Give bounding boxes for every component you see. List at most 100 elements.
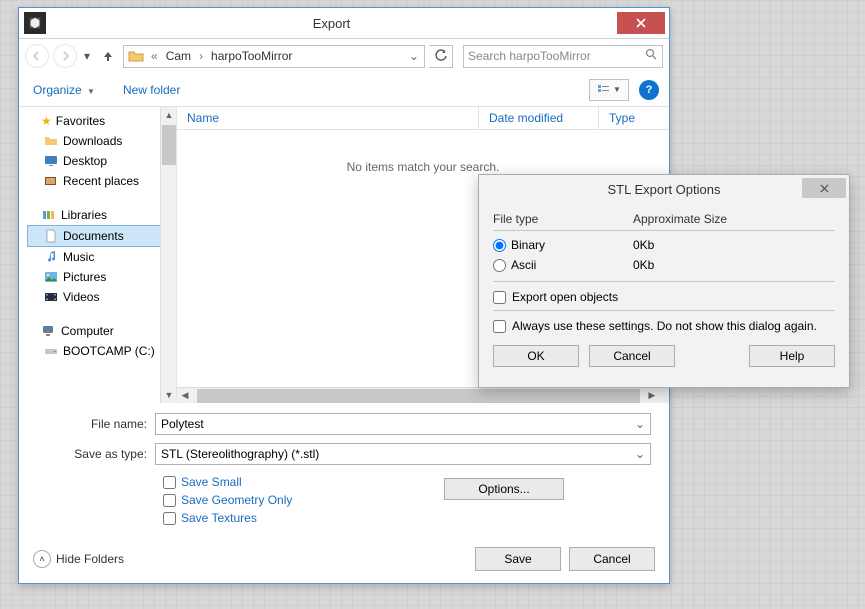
recent-icon — [43, 174, 59, 188]
path-prefix: « — [148, 49, 161, 63]
h-scrollbar[interactable]: ◀ ▶ — [177, 387, 669, 403]
folder-icon — [43, 134, 59, 148]
desktop-icon — [43, 154, 59, 168]
stl-ok-button[interactable]: OK — [493, 345, 579, 367]
chevron-down-icon[interactable]: ⌄ — [635, 417, 645, 431]
path-seg-cam[interactable]: Cam — [161, 49, 196, 63]
titlebar: Export — [19, 8, 669, 39]
save-button[interactable]: Save — [475, 547, 561, 571]
path-dropdown-icon[interactable]: ⌄ — [404, 49, 424, 63]
cancel-button[interactable]: Cancel — [569, 547, 655, 571]
chevron-down-icon: ▼ — [87, 87, 95, 96]
search-placeholder: Search harpoTooMirror — [468, 49, 591, 63]
binary-label: Binary — [511, 238, 545, 252]
nav-row: ▾ « Cam › harpoTooMirror ⌄ Search harpoT… — [19, 39, 669, 73]
stl-approx-header: Approximate Size — [633, 212, 727, 226]
tree-item-music[interactable]: Music — [27, 247, 176, 267]
stl-file-type-header: File type — [493, 212, 633, 226]
scroll-down-icon[interactable]: ▼ — [161, 387, 177, 403]
app-icon — [24, 12, 46, 34]
stl-close-button[interactable] — [802, 178, 846, 198]
tree-item-desktop[interactable]: Desktop — [27, 151, 176, 171]
folder-icon — [127, 47, 145, 65]
forward-button[interactable] — [53, 44, 77, 68]
tree-scrollbar[interactable]: ▲ ▼ — [160, 107, 176, 403]
help-icon[interactable]: ? — [639, 80, 659, 100]
toolbar: Organize ▼ New folder ▼ ? — [19, 73, 669, 107]
tree-item-documents[interactable]: Documents — [27, 225, 170, 247]
ascii-size: 0Kb — [633, 258, 654, 272]
tree-item-videos[interactable]: Videos — [27, 287, 176, 307]
bottom-row: ˄ Hide Folders Save Cancel — [33, 547, 655, 571]
history-dropdown-icon[interactable]: ▾ — [81, 49, 93, 63]
search-icon — [645, 48, 658, 64]
ascii-radio[interactable] — [493, 259, 506, 272]
always-use-label: Always use these settings. Do not show t… — [512, 319, 817, 333]
new-folder-button[interactable]: New folder — [119, 81, 184, 99]
document-icon — [43, 229, 59, 243]
hide-folders-button[interactable]: ˄ Hide Folders — [33, 550, 124, 568]
chevron-up-icon: ˄ — [33, 550, 51, 568]
save-textures-checkbox[interactable] — [163, 512, 176, 525]
libraries-group[interactable]: Libraries — [27, 205, 176, 225]
save-type-select[interactable]: STL (Stereolithography) (*.stl) ⌄ — [155, 443, 651, 465]
back-button[interactable] — [25, 44, 49, 68]
refresh-button[interactable] — [429, 45, 453, 68]
save-textures-label: Save Textures — [181, 511, 257, 525]
picture-icon — [43, 270, 59, 284]
video-icon — [43, 290, 59, 304]
organize-button[interactable]: Organize ▼ — [29, 81, 99, 99]
tree-item-downloads[interactable]: Downloads — [27, 131, 176, 151]
scroll-thumb[interactable] — [197, 389, 640, 403]
favorites-group[interactable]: ★ Favorites — [27, 111, 176, 131]
tree-item-bootcamp[interactable]: BOOTCAMP (C:) — [27, 341, 176, 361]
save-geometry-checkbox[interactable] — [163, 494, 176, 507]
stl-help-button[interactable]: Help — [749, 345, 835, 367]
always-use-checkbox[interactable] — [493, 320, 506, 333]
binary-radio[interactable] — [493, 239, 506, 252]
chevron-down-icon: ▼ — [613, 85, 621, 94]
scroll-right-icon[interactable]: ▶ — [644, 390, 660, 401]
column-headers: Name Date modified Type — [177, 107, 669, 130]
ascii-label: Ascii — [511, 258, 536, 272]
col-type[interactable]: Type — [599, 107, 669, 129]
path-box[interactable]: « Cam › harpoTooMirror ⌄ — [123, 45, 425, 68]
up-button[interactable] — [97, 44, 119, 68]
options-button[interactable]: Options... — [444, 478, 564, 500]
col-date[interactable]: Date modified — [479, 107, 599, 129]
stl-options-dialog: STL Export Options File type Approximate… — [478, 174, 850, 388]
stl-cancel-button[interactable]: Cancel — [589, 345, 675, 367]
scroll-thumb[interactable] — [162, 125, 176, 165]
view-options-button[interactable]: ▼ — [589, 79, 629, 101]
binary-size: 0Kb — [633, 238, 654, 252]
search-input[interactable]: Search harpoTooMirror — [463, 45, 663, 68]
form-area: File name: Polytest ⌄ Save as type: STL … — [19, 403, 669, 533]
music-icon — [43, 250, 59, 264]
path-seg-harpo[interactable]: harpoTooMirror — [206, 49, 297, 63]
drive-icon — [43, 344, 59, 358]
save-small-checkbox[interactable] — [163, 476, 176, 489]
save-options-checks: Save Small Save Geometry Only Save Textu… — [163, 473, 651, 527]
star-icon: ★ — [41, 114, 52, 128]
file-name-label: File name: — [37, 417, 155, 431]
scroll-left-icon[interactable]: ◀ — [177, 390, 193, 401]
libraries-icon — [41, 208, 57, 222]
tree-item-pictures[interactable]: Pictures — [27, 267, 176, 287]
scroll-up-icon[interactable]: ▲ — [161, 107, 177, 123]
chevron-right-icon: › — [196, 49, 206, 63]
col-name[interactable]: Name — [177, 107, 479, 129]
export-open-checkbox[interactable] — [493, 291, 506, 304]
save-geometry-label: Save Geometry Only — [181, 493, 292, 507]
export-open-label: Export open objects — [512, 290, 618, 304]
tree-item-recent[interactable]: Recent places — [27, 171, 176, 191]
computer-icon — [41, 324, 57, 338]
chevron-down-icon[interactable]: ⌄ — [635, 447, 645, 461]
computer-group[interactable]: Computer — [27, 321, 176, 341]
save-small-label: Save Small — [181, 475, 242, 489]
nav-tree: ★ Favorites Downloads Desktop Recent pla… — [19, 107, 177, 403]
save-type-label: Save as type: — [37, 447, 155, 461]
file-name-input[interactable]: Polytest ⌄ — [155, 413, 651, 435]
close-button[interactable] — [617, 12, 665, 34]
stl-title: STL Export Options — [479, 175, 849, 203]
window-title: Export — [46, 16, 617, 31]
